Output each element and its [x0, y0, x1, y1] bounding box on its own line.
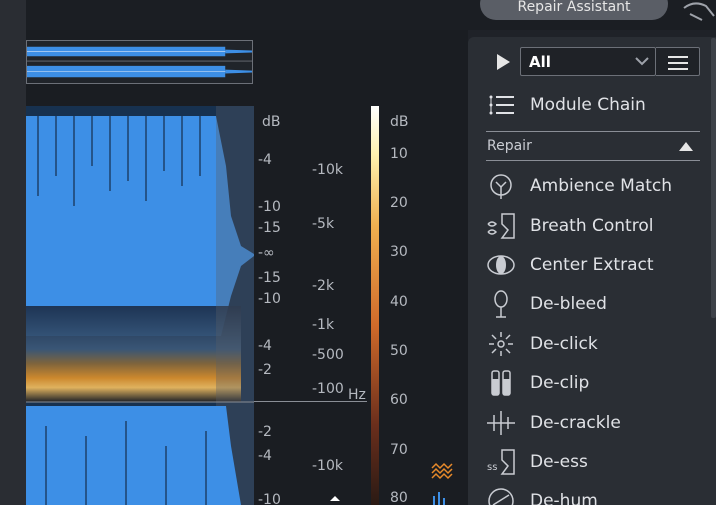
de-click-icon	[489, 332, 513, 356]
scale-label: 70	[390, 442, 408, 458]
module-label: Center Extract	[530, 255, 654, 275]
section-label: Repair	[487, 138, 532, 154]
scale-label: -2k	[312, 278, 335, 294]
de-crackle-icon	[487, 411, 515, 435]
de-hum-icon	[488, 488, 514, 505]
module-de-crackle[interactable]: De-crackle	[486, 406, 700, 440]
scale-label: -10k	[312, 162, 343, 178]
scale-label: -4	[258, 152, 272, 168]
scale-label: -100	[312, 381, 344, 397]
de-clip-icon	[491, 370, 511, 396]
module-label: De-ess	[530, 452, 588, 472]
repair-assistant-button[interactable]: Repair Assistant	[480, 0, 668, 20]
left-sidebar-strip	[0, 0, 26, 505]
scale-label: -10	[258, 199, 281, 215]
ambience-match-icon	[490, 174, 512, 199]
play-button[interactable]	[494, 52, 512, 72]
module-label: Breath Control	[530, 216, 654, 236]
amplitude-scale: dB -4 -10 -15 -∞ -15 -10 -4 -2 -2 -4 -10	[254, 106, 310, 505]
waveform-display-icon[interactable]	[431, 462, 453, 480]
panel-menu-button[interactable]	[656, 47, 700, 76]
hamburger-icon	[668, 62, 688, 64]
spectrogram-view[interactable]	[26, 106, 254, 505]
center-extract-icon	[487, 255, 515, 275]
repair-section-header[interactable]: Repair	[486, 131, 700, 161]
module-label: Ambience Match	[530, 176, 673, 196]
scale-label: 40	[390, 294, 408, 310]
panel-scrollbar[interactable]	[711, 38, 716, 318]
module-de-click[interactable]: De-click	[486, 327, 700, 361]
waveform-overview[interactable]	[26, 40, 253, 84]
zero-line	[254, 401, 367, 402]
scale-label: -15	[258, 270, 281, 286]
module-ambience-match[interactable]: Ambience Match	[486, 169, 700, 203]
hamburger-icon	[668, 68, 688, 70]
de-ess-icon: ss	[487, 449, 515, 475]
scale-label: -1k	[312, 317, 335, 333]
scale-label: 10	[390, 146, 408, 162]
module-de-hum[interactable]: De-hum	[486, 484, 700, 505]
magic-wand-icon[interactable]	[680, 0, 716, 22]
scale-label: 60	[390, 392, 408, 408]
module-label: De-hum	[530, 491, 598, 505]
triangle-up-icon	[679, 142, 693, 151]
scale-label: -4	[258, 338, 272, 354]
scale-label: -10	[258, 291, 281, 307]
scale-label: 50	[390, 343, 408, 359]
de-bleed-icon	[494, 290, 508, 318]
scale-label: -∞	[258, 245, 275, 261]
module-label: De-click	[530, 334, 598, 354]
breath-control-icon	[487, 213, 515, 239]
scale-label: 30	[390, 244, 408, 260]
module-breath-control[interactable]: Breath Control	[486, 209, 700, 243]
colormap-bar	[371, 106, 379, 505]
scale-label: 20	[390, 195, 408, 211]
module-label: De-crackle	[530, 413, 621, 433]
app-window: Repair Assistant dB -4 -10 -15 -∞ -15 -1…	[0, 0, 716, 505]
frequency-scale: -10k -5k -2k -1k -500 -100 Hz -10k	[310, 106, 372, 505]
scale-label: -500	[312, 347, 344, 363]
scale-label: -10	[258, 492, 281, 505]
cursor-icon	[330, 496, 340, 501]
colormap-scale: dB 10 20 30 40 50 60 70 80	[380, 106, 440, 505]
module-de-bleed[interactable]: De-bleed	[486, 287, 700, 321]
scale-label: dB	[262, 114, 281, 130]
filter-value: All	[529, 53, 551, 71]
module-chain-button[interactable]: Module Chain	[486, 92, 700, 120]
module-label: De-bleed	[530, 294, 607, 314]
svg-text:ss: ss	[487, 462, 497, 473]
module-chain-icon	[489, 95, 514, 115]
module-label: De-clip	[530, 373, 590, 393]
module-center-extract[interactable]: Center Extract	[486, 248, 700, 282]
scale-label: dB	[390, 114, 409, 130]
scale-label: -15	[258, 220, 281, 236]
hamburger-icon	[668, 56, 688, 58]
scale-label: -5k	[312, 216, 335, 232]
module-de-ess[interactable]: ss De-ess	[486, 445, 700, 479]
chevron-down-icon	[635, 57, 649, 66]
module-chain-label: Module Chain	[530, 95, 646, 115]
scale-label: -4	[258, 448, 272, 464]
module-filter-select[interactable]: All	[520, 47, 656, 76]
spectrum-display-icon[interactable]	[431, 490, 451, 505]
scale-label: -10k	[312, 458, 343, 474]
scale-label: 80	[390, 490, 408, 505]
scale-label: -2	[258, 424, 272, 440]
module-de-clip[interactable]: De-clip	[486, 366, 700, 400]
scale-label: -2	[258, 362, 272, 378]
